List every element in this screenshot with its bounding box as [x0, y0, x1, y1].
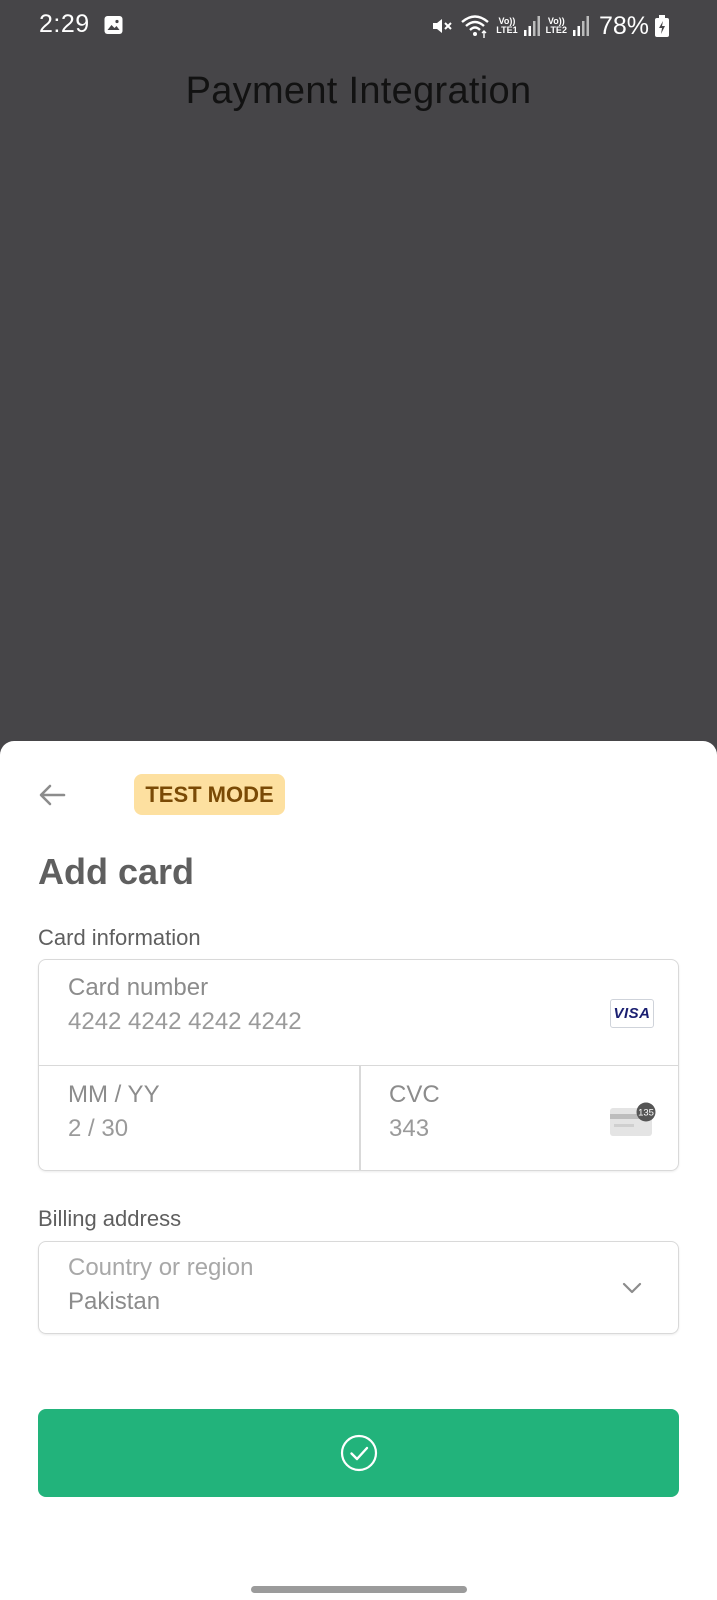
sheet-title: Add card [38, 851, 195, 892]
cvc-value[interactable]: 343 [389, 1115, 429, 1143]
cvc-field[interactable]: CVC 343 135 [360, 1066, 678, 1170]
signal-icon [523, 16, 540, 36]
visa-icon: VISA [610, 999, 654, 1028]
status-time: 2:29 [39, 10, 90, 38]
expiry-value[interactable]: 2 / 30 [68, 1115, 128, 1143]
card-form: Card number 4242 4242 4242 4242 VISA MM … [38, 959, 679, 1171]
wifi-icon [461, 15, 490, 38]
status-icons: Vo)) LTE1 Vo)) LTE2 78% [430, 10, 669, 42]
checkmark-circle-icon [340, 1434, 377, 1472]
test-mode-badge: TEST MODE [134, 774, 285, 815]
gallery-icon [104, 16, 123, 34]
card-information-label: Card information [38, 925, 201, 950]
back-arrow-icon[interactable] [36, 779, 68, 811]
card-number-value[interactable]: 4242 4242 4242 4242 [68, 1008, 302, 1036]
expiry-field[interactable]: MM / YY 2 / 30 [39, 1066, 359, 1170]
country-label: Country or region [68, 1254, 254, 1281]
sim1-network: Vo)) LTE1 [496, 16, 518, 35]
cvc-label: CVC [389, 1081, 440, 1108]
billing-address-label: Billing address [38, 1206, 182, 1231]
chevron-down-icon [622, 1282, 642, 1294]
expiry-label: MM / YY [68, 1081, 160, 1108]
sim2-network: Vo)) LTE2 [545, 16, 567, 35]
home-indicator[interactable] [251, 1586, 467, 1593]
card-number-field[interactable]: Card number 4242 4242 4242 4242 VISA [39, 960, 678, 1066]
country-value: Pakistan [68, 1288, 161, 1315]
confirm-button[interactable] [38, 1409, 679, 1497]
battery-percentage: 78% [598, 11, 649, 40]
cvc-hint: 135 [638, 1108, 654, 1119]
country-select[interactable]: Country or region Pakistan [38, 1241, 679, 1334]
status-bar: 2:29 Vo)) LTE1 Vo)) LTE2 78% [0, 0, 717, 52]
add-card-sheet: TEST MODE Add card Card information Card… [0, 741, 717, 1600]
signal-icon [572, 16, 589, 36]
card-number-label: Card number [68, 974, 209, 1001]
cvc-card-icon: 135 [610, 1102, 656, 1136]
battery-charging-icon [655, 15, 669, 37]
mute-icon [433, 19, 452, 33]
app-title: Payment Integration [185, 70, 532, 112]
